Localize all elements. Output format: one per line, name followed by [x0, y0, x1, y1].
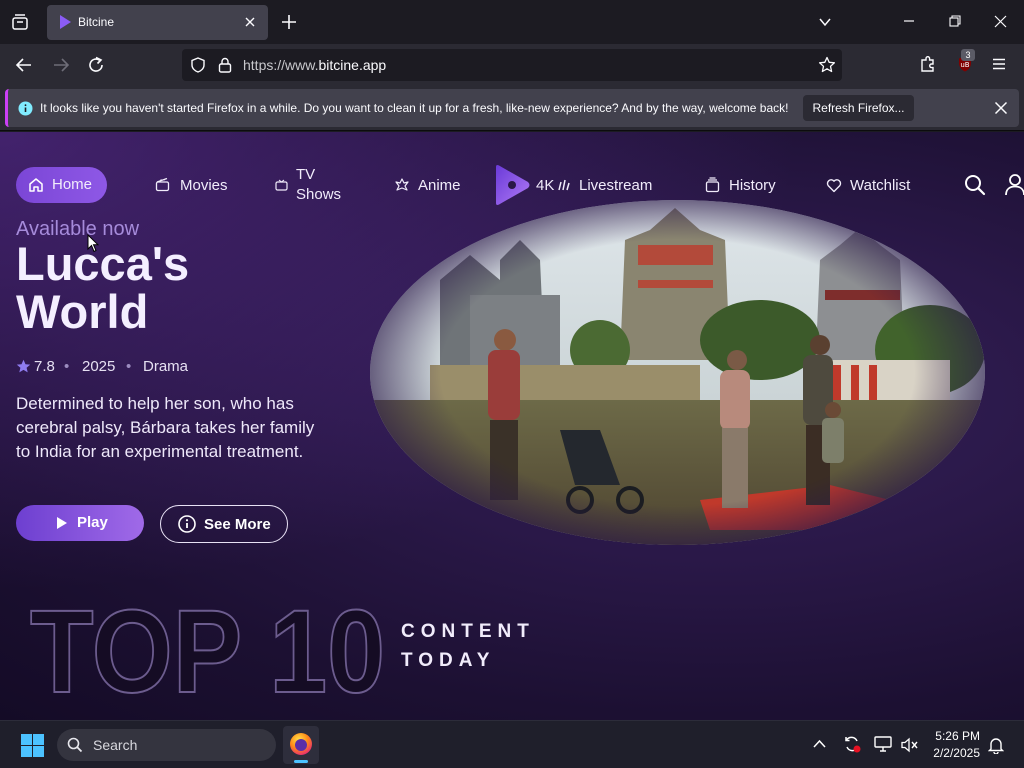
history-icon: [705, 177, 720, 193]
see-more-button[interactable]: See More: [160, 505, 288, 543]
bookmark-star-icon[interactable]: [818, 56, 836, 74]
tracking-protection-shield-icon[interactable]: [190, 57, 206, 73]
nav-movies-label: Movies: [180, 177, 228, 194]
star-icon: [16, 359, 31, 374]
heart-icon: [826, 178, 842, 193]
search-icon: [67, 737, 83, 753]
hero-image: [370, 200, 985, 545]
notification-bell-icon[interactable]: [988, 736, 1004, 754]
bitcine-logo[interactable]: [492, 164, 532, 206]
extension-badge: 3: [961, 49, 975, 61]
minimize-icon[interactable]: [903, 15, 915, 27]
nav-history-label: History: [729, 177, 776, 194]
navigation-toolbar: https://www.bitcine.app uB 3: [0, 44, 1024, 86]
nav-anime-label: Anime: [418, 177, 461, 194]
nav-watchlist[interactable]: Watchlist: [826, 176, 921, 196]
movie-title-line2: World: [16, 285, 149, 338]
taskbar-search[interactable]: Search: [57, 729, 276, 761]
reload-icon[interactable]: [87, 56, 105, 74]
svg-text:uB: uB: [960, 61, 969, 69]
movie-description: Determined to help her son, who has cere…: [16, 394, 315, 461]
top10-subtitle-line2: TODAY: [401, 650, 496, 671]
refresh-firefox-notification: It looks like you haven't started Firefo…: [0, 86, 1024, 131]
rating-value: 7.8: [34, 358, 55, 375]
chevron-up-icon[interactable]: [813, 739, 826, 749]
list-all-tabs-icon[interactable]: [818, 15, 832, 29]
info-circle-icon: [178, 515, 196, 533]
new-tab-icon[interactable]: [281, 14, 297, 30]
nav-anime[interactable]: Anime: [394, 176, 469, 196]
lock-icon[interactable]: [218, 57, 232, 73]
nav-history[interactable]: History: [705, 176, 785, 196]
windows-start-icon[interactable]: [21, 734, 44, 757]
volume-muted-icon[interactable]: [901, 737, 919, 753]
signal-icon: [556, 178, 572, 192]
tab-overview-icon[interactable]: [11, 13, 29, 31]
nav-tv-label-line2: Shows: [296, 186, 342, 203]
active-app-indicator: [294, 760, 308, 763]
livestream-4k-badge: 4K: [536, 177, 555, 194]
meta-separator: •: [64, 358, 70, 375]
tab-title: Bitcine: [78, 15, 115, 29]
url-bar[interactable]: https://www.bitcine.app: [182, 49, 842, 81]
top10-subtitle-line1: CONTENT: [401, 621, 535, 642]
clock-time[interactable]: 5:26 PM: [935, 729, 980, 743]
nav-livestream[interactable]: 4K Livestream: [536, 176, 661, 196]
nav-tv-label-line1: TV: [296, 166, 316, 183]
anime-icon: [394, 177, 410, 193]
taskbar-search-label: Search: [93, 737, 138, 753]
mouse-cursor-icon: [87, 234, 99, 253]
restore-icon[interactable]: [949, 15, 961, 27]
network-icon[interactable]: [874, 736, 892, 752]
tab-bitcine[interactable]: Bitcine: [47, 5, 268, 40]
genre: Drama: [143, 358, 189, 375]
nav-home-label: Home: [52, 176, 93, 193]
see-more-label: See More: [204, 516, 271, 533]
info-icon: [18, 101, 33, 116]
tv-icon: [275, 179, 288, 191]
nav-watchlist-label: Watchlist: [850, 177, 911, 194]
movie-title: Lucca's World: [16, 240, 356, 336]
url-text[interactable]: https://www.bitcine.app: [243, 57, 386, 73]
release-year: 2025: [82, 358, 116, 375]
extensions-puzzle-icon[interactable]: [919, 55, 937, 73]
clock-date[interactable]: 2/2/2025: [933, 746, 980, 760]
user-icon[interactable]: [1005, 173, 1024, 197]
notification-message: It looks like you haven't started Firefo…: [40, 101, 789, 115]
bitcine-page: Home Movies TV Shows Anime 4K Livestream…: [0, 132, 1024, 720]
play-icon: [56, 516, 68, 530]
meta-separator: •: [126, 358, 132, 375]
close-tab-icon[interactable]: [243, 15, 257, 29]
search-icon[interactable]: [964, 174, 986, 196]
windows-taskbar: Search 5:26 PM 2/2/2025: [0, 720, 1024, 768]
nav-livestream-label: Livestream: [579, 177, 653, 194]
tab-bar: Bitcine: [0, 0, 1024, 44]
forward-icon[interactable]: [52, 56, 70, 74]
back-icon[interactable]: [15, 56, 33, 74]
play-button[interactable]: Play: [16, 505, 144, 541]
notification-box: It looks like you haven't started Firefo…: [5, 89, 1019, 127]
movie-title-line1: Lucca's: [16, 237, 190, 290]
refresh-firefox-button[interactable]: Refresh Firefox...: [803, 95, 914, 121]
top10-big-text: TOP 10: [30, 594, 385, 696]
movies-icon: [155, 177, 170, 192]
firefox-taskbar-icon[interactable]: [283, 726, 319, 764]
close-window-icon[interactable]: [994, 15, 1007, 28]
close-notification-icon[interactable]: [994, 101, 1008, 115]
play-button-label: Play: [77, 514, 108, 531]
bitcine-favicon-icon: [57, 14, 73, 30]
nav-home[interactable]: Home: [16, 167, 107, 203]
home-icon: [28, 177, 44, 193]
nav-tv-shows[interactable]: TV Shows: [275, 166, 345, 206]
top10-heading: TOP 10: [30, 594, 390, 696]
sync-icon[interactable]: [843, 735, 861, 753]
nav-movies[interactable]: Movies: [155, 176, 235, 196]
app-menu-icon[interactable]: [991, 56, 1007, 72]
